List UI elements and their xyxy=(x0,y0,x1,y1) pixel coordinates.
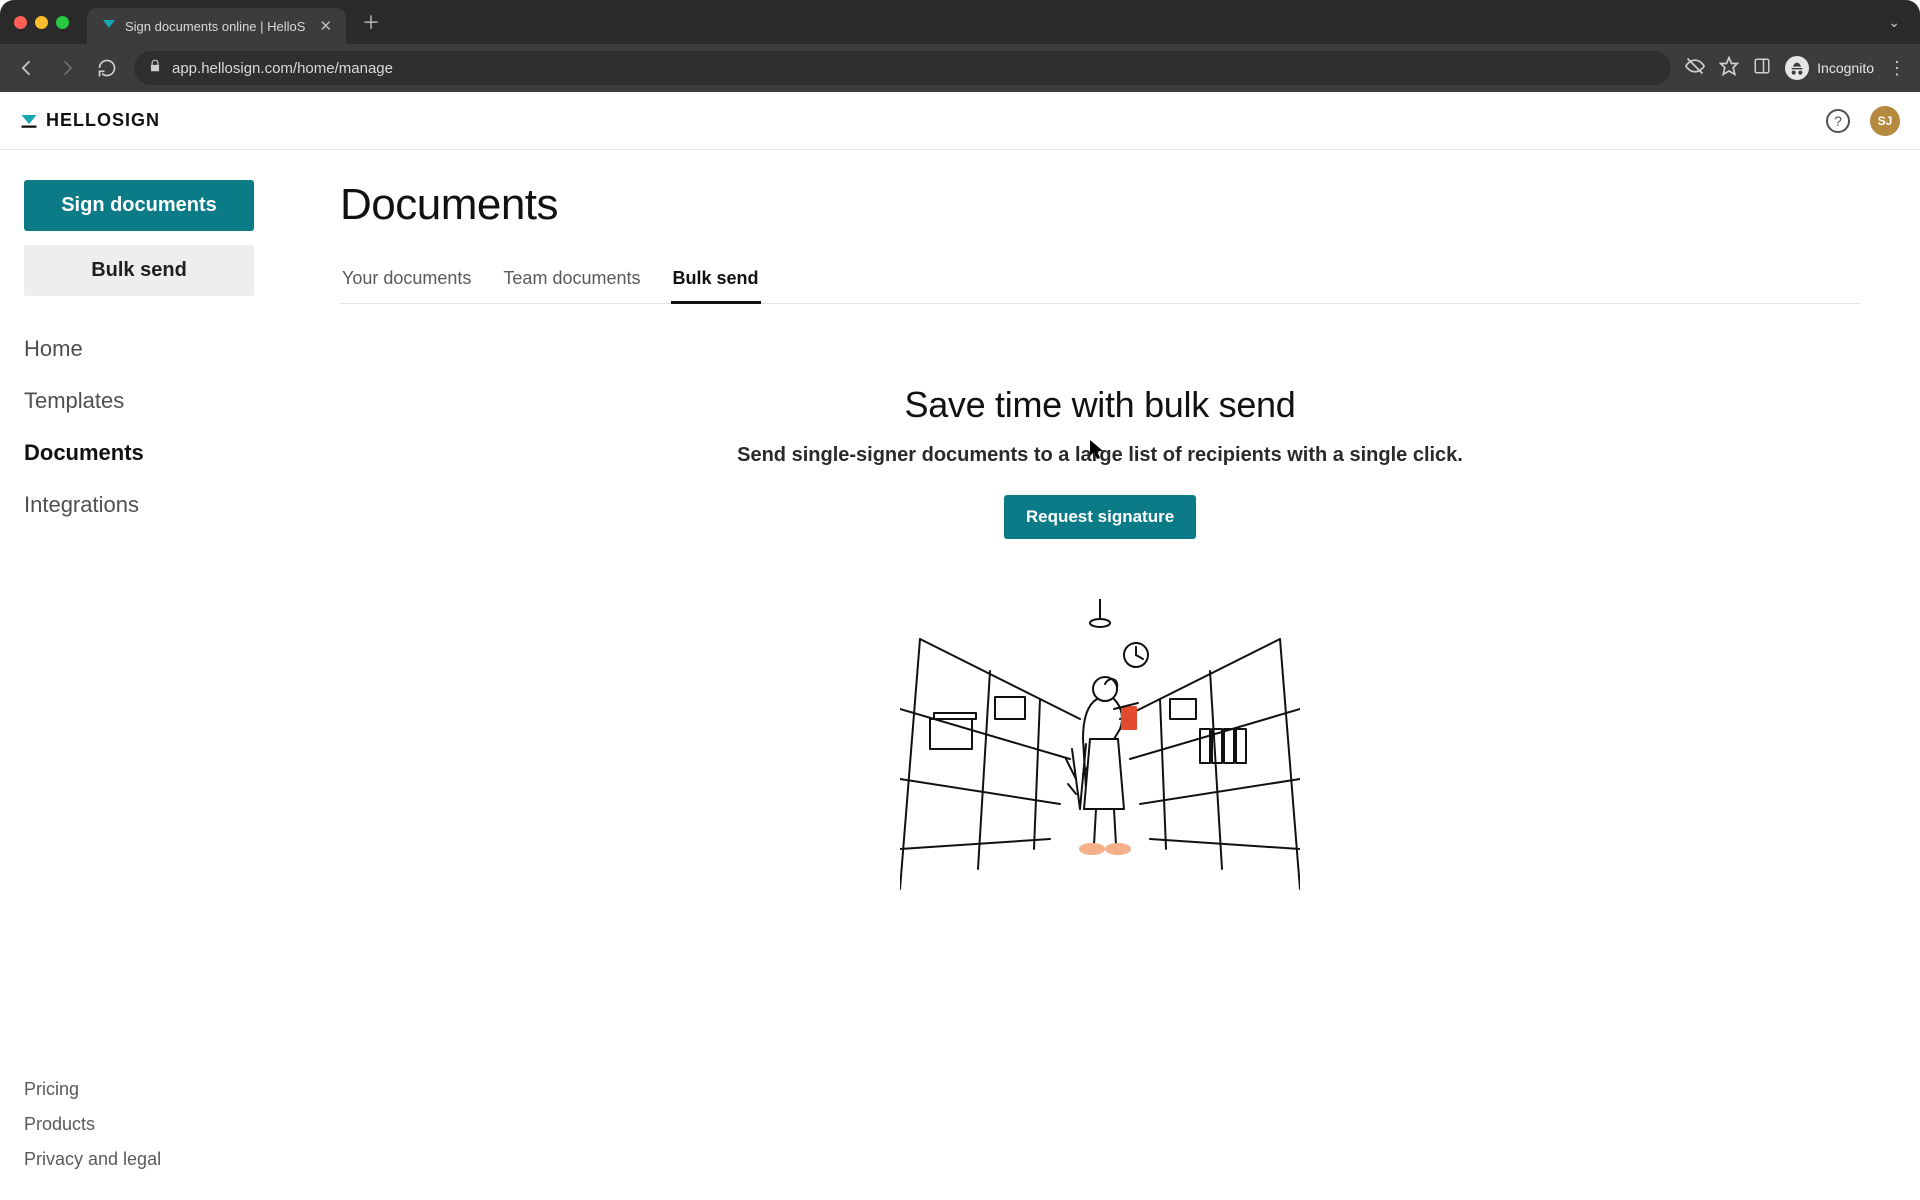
hellosign-logo[interactable]: HELLOSIGN xyxy=(20,110,160,131)
incognito-icon xyxy=(1785,56,1809,80)
app-root: HELLOSIGN ? SJ Sign documents Bulk send … xyxy=(0,92,1920,1200)
sidebar-item-integrations[interactable]: Integrations xyxy=(24,492,276,518)
hero-headline: Save time with bulk send xyxy=(905,384,1296,426)
toolbar-right: Incognito ⋮ xyxy=(1685,56,1906,81)
tab-your-documents[interactable]: Your documents xyxy=(340,258,473,303)
sidebar-item-home[interactable]: Home xyxy=(24,336,276,362)
lock-icon xyxy=(148,59,162,77)
bookmark-star-icon[interactable] xyxy=(1719,56,1739,81)
sidebar-item-templates[interactable]: Templates xyxy=(24,388,276,414)
hero-illustration xyxy=(900,599,1300,899)
help-button[interactable]: ? xyxy=(1826,109,1850,133)
browser-tab-title: Sign documents online | HelloS xyxy=(125,19,305,34)
user-avatar[interactable]: SJ xyxy=(1870,106,1900,136)
sign-documents-button[interactable]: Sign documents xyxy=(24,180,254,231)
hero-subtext: Send single-signer documents to a large … xyxy=(737,444,1463,467)
sidebar-link-pricing[interactable]: Pricing xyxy=(24,1079,276,1100)
incognito-chip[interactable]: Incognito xyxy=(1785,56,1874,80)
incognito-label: Incognito xyxy=(1817,60,1874,76)
browser-tab-active[interactable]: Sign documents online | HelloS ✕ xyxy=(87,8,346,44)
browser-menu-icon[interactable]: ⋮ xyxy=(1888,58,1906,79)
eye-off-icon[interactable] xyxy=(1685,56,1705,81)
back-button[interactable] xyxy=(14,55,40,81)
tab-bulk-send[interactable]: Bulk send xyxy=(671,258,761,303)
window-close-button[interactable] xyxy=(14,16,27,29)
panel-icon[interactable] xyxy=(1753,57,1771,80)
document-tabs: Your documents Team documents Bulk send xyxy=(340,258,1860,304)
window-minimize-button[interactable] xyxy=(35,16,48,29)
window-frame: Sign documents online | HelloS ✕ ＋ ⌄ app… xyxy=(0,0,1920,1200)
sidebar: Sign documents Bulk send Home Templates … xyxy=(0,150,300,1200)
sidebar-nav: Home Templates Documents Integrations xyxy=(24,336,276,518)
bulk-send-button[interactable]: Bulk send xyxy=(24,245,254,296)
address-bar[interactable]: app.hellosign.com/home/manage xyxy=(134,51,1671,85)
new-tab-button[interactable]: ＋ xyxy=(356,7,386,37)
window-zoom-button[interactable] xyxy=(56,16,69,29)
bulk-send-hero: Save time with bulk send Send single-sig… xyxy=(340,384,1860,899)
sidebar-cta-stack: Sign documents Bulk send xyxy=(24,180,276,296)
request-signature-button[interactable]: Request signature xyxy=(1004,495,1196,539)
sidebar-footer: Pricing Products Privacy and legal xyxy=(24,1079,276,1170)
url-text: app.hellosign.com/home/manage xyxy=(172,60,393,77)
app-header: HELLOSIGN ? SJ xyxy=(0,92,1920,150)
sidebar-item-documents[interactable]: Documents xyxy=(24,440,276,466)
tabs-dropdown-icon[interactable]: ⌄ xyxy=(1882,14,1906,31)
browser-toolbar: app.hellosign.com/home/manage Incognito … xyxy=(0,44,1920,92)
reload-button[interactable] xyxy=(94,55,120,81)
logo-text: HELLOSIGN xyxy=(46,110,160,131)
tab-close-icon[interactable]: ✕ xyxy=(319,17,332,35)
titlebar: Sign documents online | HelloS ✕ ＋ ⌄ xyxy=(0,0,1920,44)
favicon-icon xyxy=(101,18,117,34)
page-title: Documents xyxy=(340,180,1860,230)
sidebar-link-privacy[interactable]: Privacy and legal xyxy=(24,1149,276,1170)
traffic-lights xyxy=(14,16,69,29)
logo-mark-icon xyxy=(20,112,38,130)
app-body: Sign documents Bulk send Home Templates … xyxy=(0,150,1920,1200)
tab-team-documents[interactable]: Team documents xyxy=(501,258,642,303)
main-content: Documents Your documents Team documents … xyxy=(300,150,1920,1200)
tab-strip: Sign documents online | HelloS ✕ ＋ xyxy=(87,0,1882,44)
forward-button[interactable] xyxy=(54,55,80,81)
sidebar-link-products[interactable]: Products xyxy=(24,1114,276,1135)
